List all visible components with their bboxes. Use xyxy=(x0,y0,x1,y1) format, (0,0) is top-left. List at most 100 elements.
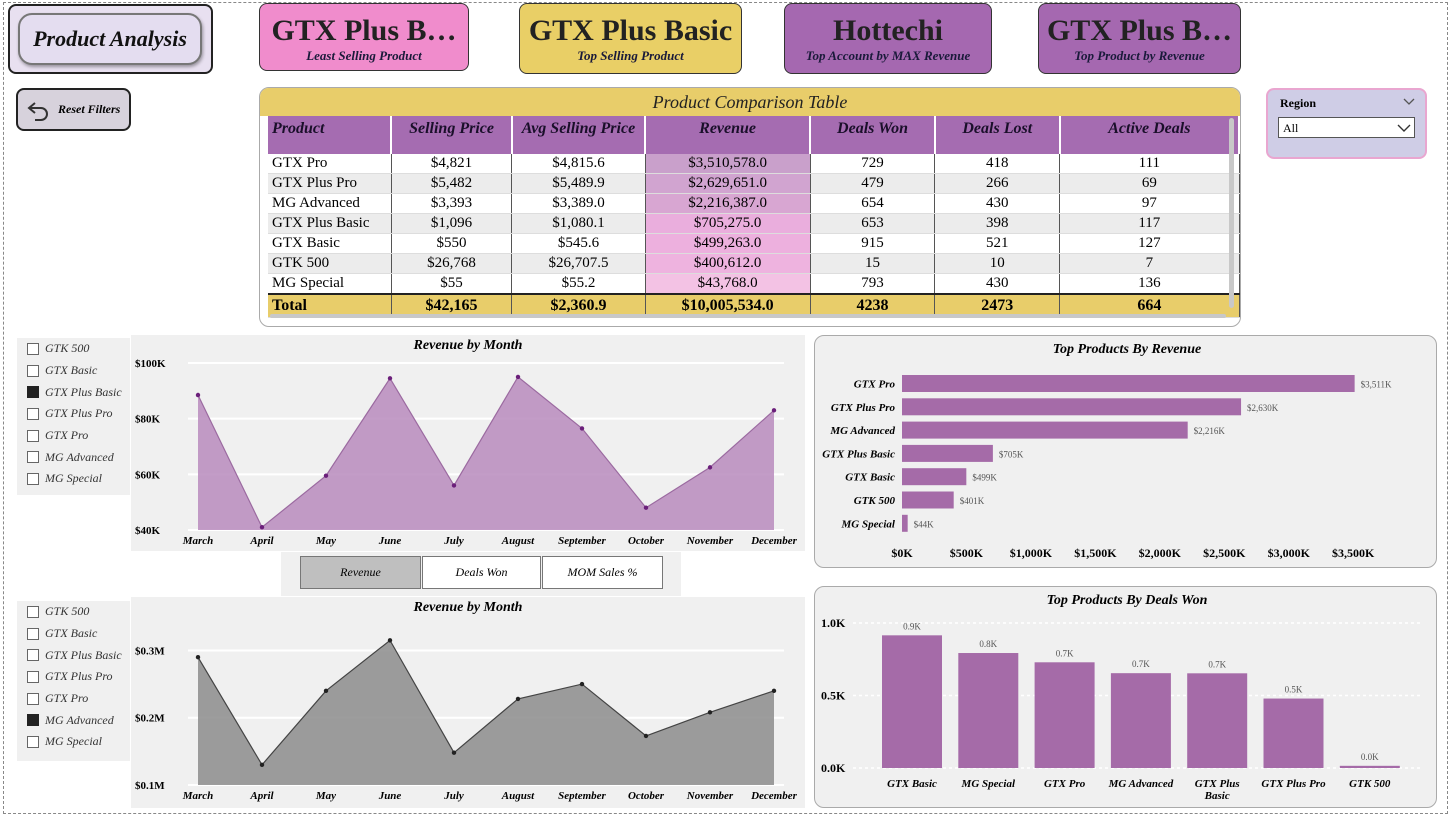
slicer-item-mg-special[interactable]: MG Special xyxy=(17,731,130,753)
table-cell: $1,080.1 xyxy=(511,213,646,234)
slicer-item-mg-advanced[interactable]: MG Advanced xyxy=(17,709,130,731)
slicer-item-label: MG Special xyxy=(45,471,102,486)
toggle-label: Revenue xyxy=(340,565,381,579)
column-header-deals-lost[interactable]: Deals Lost xyxy=(934,116,1061,154)
checkbox[interactable] xyxy=(27,342,39,355)
table-cell: 654 xyxy=(810,193,936,214)
slicer-item-mg-special[interactable]: MG Special xyxy=(17,468,130,490)
table-cell: $43,768.0 xyxy=(645,273,811,295)
table-cell: $5,489.9 xyxy=(511,173,646,194)
checkbox[interactable] xyxy=(27,364,39,377)
undo-arrow-icon xyxy=(27,101,48,121)
slicer-item-gtx-pro[interactable]: GTX Pro xyxy=(17,425,130,447)
horizontal-scrollbar[interactable] xyxy=(270,314,1226,318)
region-dropdown[interactable]: All xyxy=(1278,117,1415,138)
checkbox[interactable] xyxy=(27,472,39,485)
x-tick-label: $1,500K xyxy=(1074,546,1117,560)
data-label: 0.7K xyxy=(1056,648,1074,658)
x-tick-label: September xyxy=(558,790,606,802)
checkbox[interactable] xyxy=(27,429,39,442)
checkbox[interactable] xyxy=(27,386,39,399)
table-cell: $2,629,651.0 xyxy=(645,173,811,194)
slicer-item-label: MG Advanced xyxy=(45,449,114,464)
table-row[interactable]: GTK 500 $26,768 $26,707.5 $400,612.0 15 10 7 xyxy=(268,253,1240,274)
table-cell: $545.6 xyxy=(511,233,646,254)
column-header-product[interactable]: Product xyxy=(268,116,393,154)
table-row[interactable]: MG Advanced $3,393 $3,389.0 $2,216,387.0 654… xyxy=(268,193,1240,214)
table-cell: $550 xyxy=(391,233,513,254)
checkbox[interactable] xyxy=(27,714,39,727)
bar xyxy=(1187,673,1248,768)
checkbox[interactable] xyxy=(27,451,39,464)
category-label: MG Special xyxy=(841,518,896,530)
slicer-item-gtx-plus-pro[interactable]: GTX Plus Pro xyxy=(17,403,130,425)
y-tick-label: $100K xyxy=(135,358,166,370)
bar xyxy=(902,444,993,462)
table-row[interactable]: GTX Basic $550 $545.6 $499,263.0 915 521 127 xyxy=(268,233,1240,254)
slicer-item-gtk-500[interactable]: GTK 500 xyxy=(17,338,130,360)
column-header-deals-won[interactable]: Deals Won xyxy=(810,116,936,154)
checkbox[interactable] xyxy=(27,407,39,420)
table-cell: $55.2 xyxy=(511,273,646,295)
x-tick-label: November xyxy=(686,535,734,547)
reset-filters-button[interactable]: Reset Filters xyxy=(16,88,131,131)
slicer-item-gtx-basic[interactable]: GTX Basic xyxy=(17,623,130,645)
chevron-down-icon xyxy=(1397,124,1411,132)
metric-toggle: Revenue Deals Won MOM Sales % xyxy=(281,552,681,596)
x-tick-label: December xyxy=(750,535,798,547)
x-tick-label: July xyxy=(443,535,464,547)
column-chart-svg: Top Products By Deals Won 0.0K 0.5K 1.0K 0.9… xyxy=(821,593,1420,802)
table-cell: $400,612.0 xyxy=(645,253,811,274)
data-point xyxy=(515,374,521,380)
column-header-revenue[interactable]: Revenue xyxy=(645,116,812,154)
x-tick-label: April xyxy=(249,535,274,547)
table-cell: $2,216,387.0 xyxy=(645,193,811,214)
checkbox[interactable] xyxy=(27,649,39,662)
vertical-scrollbar[interactable] xyxy=(1229,118,1234,308)
top-products-by-revenue-chart: Top Products By Revenue GTX Pro $3,511K GTX… xyxy=(814,335,1437,568)
table-row[interactable]: GTX Plus Basic $1,096 $1,080.1 $705,275.0 65… xyxy=(268,213,1240,234)
table-row[interactable]: GTX Pro $4,821 $4,815.6 $3,510,578.0 729 418 1… xyxy=(268,154,1240,174)
toggle-deals-won-button[interactable]: Deals Won xyxy=(422,556,541,589)
area-chart-svg: Revenue by Month $0.1M $0.2M $0.3M March Apri… xyxy=(135,600,798,802)
slicer-item-gtx-plus-pro[interactable]: GTX Plus Pro xyxy=(17,666,130,688)
column-header-active-deals[interactable]: Active Deals xyxy=(1059,116,1240,154)
chevron-up-icon[interactable] xyxy=(1403,96,1415,106)
slicer-item-label: GTX Pro xyxy=(45,691,89,706)
bar xyxy=(902,491,954,509)
toggle-mom-sales-button[interactable]: MOM Sales % xyxy=(542,556,663,589)
kpi-value: GTX Plus B… xyxy=(271,14,457,47)
data-label: $499K xyxy=(972,473,997,483)
checkbox[interactable] xyxy=(27,605,39,618)
column-header-selling-price[interactable]: Selling Price xyxy=(391,116,513,154)
slicer-item-gtx-plus-basic[interactable]: GTX Plus Basic xyxy=(17,644,130,666)
checkbox[interactable] xyxy=(27,627,39,640)
bar xyxy=(902,375,1355,392)
top-products-by-deals-won-chart: Top Products By Deals Won 0.0K 0.5K 1.0K 0.9… xyxy=(814,586,1437,808)
table-row[interactable]: MG Special $55 $55.2 $43,768.0 793 430 136 xyxy=(268,273,1240,295)
kpi-value: Hottechi xyxy=(833,14,943,47)
column-header-avg-selling-price[interactable]: Avg Selling Price xyxy=(511,116,647,154)
slicer-item-mg-advanced[interactable]: MG Advanced xyxy=(17,446,130,468)
page-title[interactable]: Product Analysis xyxy=(18,13,202,65)
bar xyxy=(1339,765,1400,768)
toggle-label: Deals Won xyxy=(455,565,508,579)
data-point xyxy=(579,426,585,431)
x-tick-label: GTX Basic xyxy=(887,778,937,790)
kpi-card-least-selling: GTX Plus B… Least Selling Product xyxy=(259,3,469,71)
table-row[interactable]: GTX Plus Pro $5,482 $5,489.9 $2,629,651.0 47… xyxy=(268,173,1240,194)
table-cell: $3,393 xyxy=(391,193,513,214)
checkbox[interactable] xyxy=(27,735,39,748)
toggle-revenue-button[interactable]: Revenue xyxy=(300,556,421,589)
table-cell: 15 xyxy=(810,253,936,274)
table-cell: 729 xyxy=(810,154,936,174)
x-tick-label: October xyxy=(628,790,665,802)
slicer-item-gtx-basic[interactable]: GTX Basic xyxy=(17,360,130,382)
slicer-item-gtx-plus-basic[interactable]: GTX Plus Basic xyxy=(17,381,130,403)
slicer-item-gtx-pro[interactable]: GTX Pro xyxy=(17,688,130,710)
slicer-item-label: GTK 500 xyxy=(45,341,90,356)
checkbox[interactable] xyxy=(27,692,39,705)
checkbox[interactable] xyxy=(27,670,39,683)
data-point xyxy=(771,408,777,413)
slicer-item-gtk-500[interactable]: GTK 500 xyxy=(17,601,130,623)
